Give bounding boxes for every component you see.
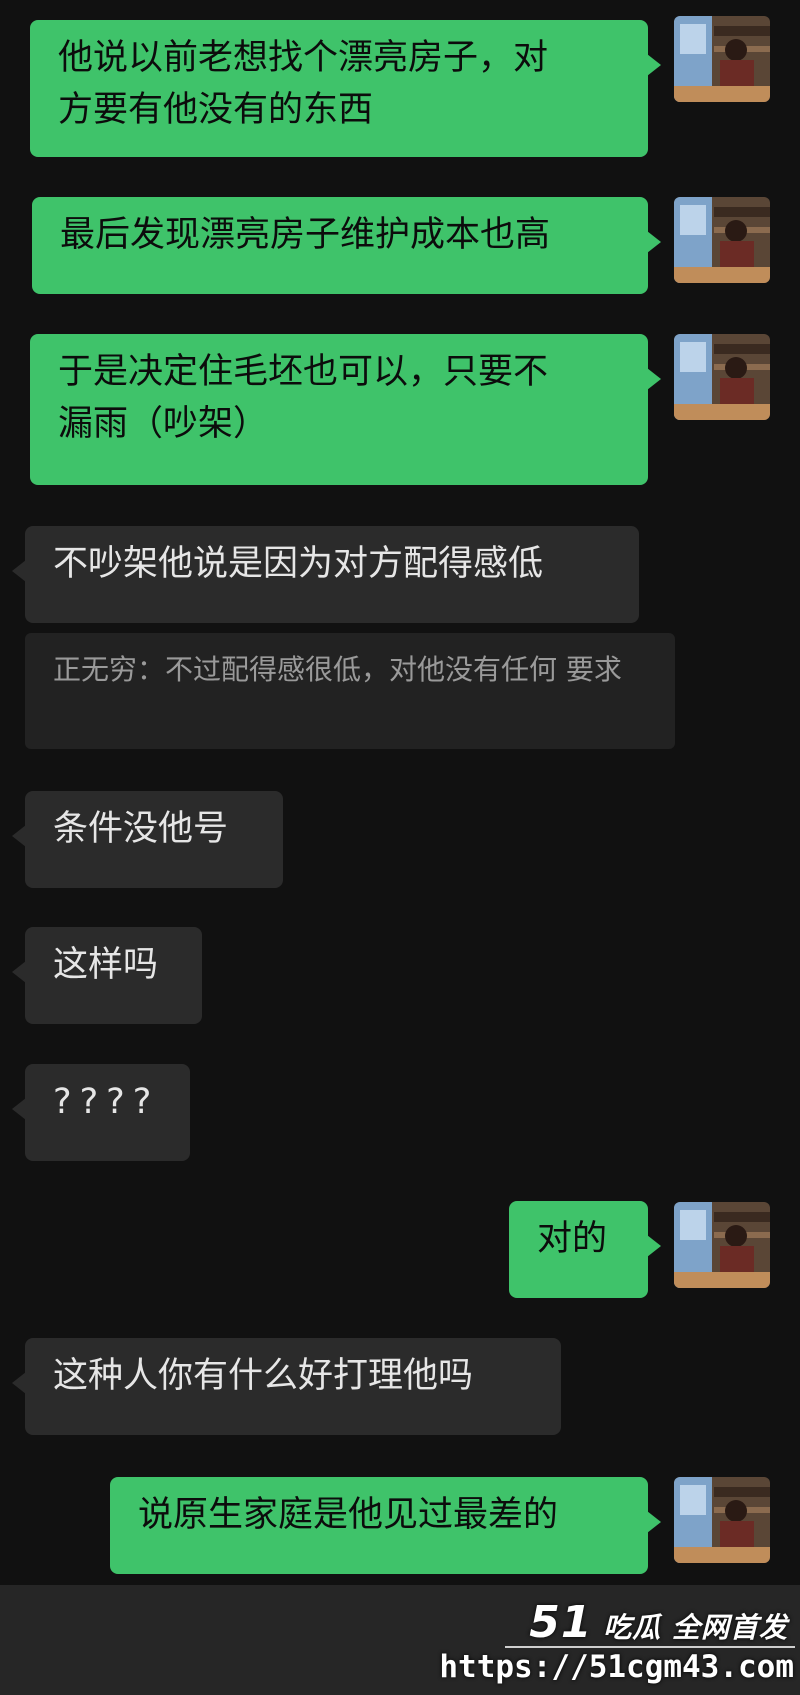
message-bubble-sent[interactable]: 对的 — [509, 1201, 661, 1298]
avatar-photo-icon — [674, 1477, 770, 1563]
user-avatar[interactable] — [674, 197, 770, 283]
watermark-logo: 51 吃瓜 全网首发 — [529, 1597, 788, 1648]
message-bubble-sent[interactable]: 说原生家庭是他见过最差的 — [110, 1477, 661, 1574]
watermark-logo-number: 51 — [529, 1597, 593, 1648]
avatar-photo-icon — [674, 1202, 770, 1288]
message-bubble-received[interactable]: ???? — [12, 1064, 190, 1161]
message-bubble-received[interactable]: 条件没他号 — [12, 791, 283, 888]
avatar-photo-icon — [674, 334, 770, 420]
watermark-logo-text: 吃瓜 全网首发 — [603, 1611, 788, 1644]
quoted-message[interactable]: 正无穷：不过配得感很低，对他没有任何 要求 — [25, 633, 675, 749]
message-bubble-sent[interactable]: 最后发现漂亮房子维护成本也高 — [32, 197, 661, 294]
chat-area[interactable]: 他说以前老想找个漂亮房子，对 方要有他没有的东西 最后发现漂亮房子维护成本也高 … — [0, 0, 800, 1585]
avatar-photo-icon — [674, 16, 770, 102]
message-bubble-received[interactable]: 这种人你有什么好打理他吗 — [12, 1338, 561, 1435]
message-bubble-received[interactable]: 这样吗 — [12, 927, 202, 1024]
message-bubble-sent[interactable]: 于是决定住毛坯也可以，只要不 漏雨（吵架） — [30, 334, 661, 485]
avatar-photo-icon — [674, 197, 770, 283]
user-avatar[interactable] — [674, 1477, 770, 1563]
user-avatar[interactable] — [674, 16, 770, 102]
message-bubble-received[interactable]: 不吵架他说是因为对方配得感低 — [12, 526, 639, 623]
watermark-divider — [505, 1646, 795, 1648]
user-avatar[interactable] — [674, 334, 770, 420]
message-bubble-sent[interactable]: 他说以前老想找个漂亮房子，对 方要有他没有的东西 — [30, 20, 661, 157]
user-avatar[interactable] — [674, 1202, 770, 1288]
watermark-url: https://51cgm43.com — [439, 1649, 794, 1685]
